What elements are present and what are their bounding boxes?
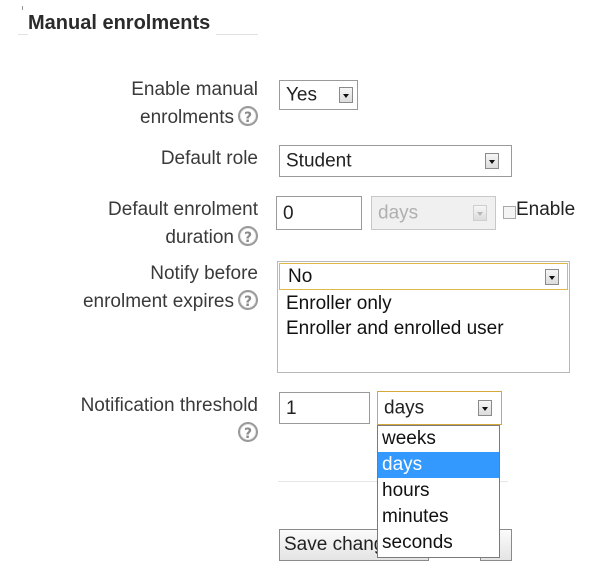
default-duration-unit-value: days	[378, 202, 419, 224]
help-icon[interactable]: ?	[238, 289, 258, 310]
dropdown-option-weeks[interactable]: weeks	[378, 426, 499, 452]
enable-manual-label: Enable manual enrolments?	[40, 76, 258, 132]
chevron-down-icon	[473, 205, 487, 221]
notify-before-label-line2: enrolment expires	[82, 291, 234, 312]
dropdown-option-days[interactable]: days	[378, 452, 499, 478]
dropdown-option-minutes[interactable]: minutes	[378, 504, 499, 530]
dropdown-option-seconds[interactable]: seconds	[378, 530, 499, 556]
dropdown-option-hours[interactable]: hours	[378, 478, 499, 504]
chevron-down-icon	[478, 400, 492, 416]
enable-manual-value: Yes	[286, 84, 317, 106]
notification-threshold-unit-value: days	[384, 397, 425, 419]
default-duration-label: Default enrolment duration?	[40, 196, 258, 252]
notification-threshold-unit-select[interactable]: days	[377, 391, 502, 425]
notification-threshold-number-input[interactable]: 1	[279, 392, 370, 424]
section-title: Manual enrolments	[28, 12, 217, 35]
notify-before-option-both[interactable]: Enroller and enrolled user	[278, 316, 569, 341]
default-duration-enable-label: Enable	[516, 199, 576, 220]
default-duration-label-line2: duration	[165, 227, 234, 248]
notification-threshold-label: Notification threshold ?	[20, 392, 258, 448]
help-icon[interactable]: ?	[238, 225, 258, 246]
default-role-select[interactable]: Student	[279, 145, 512, 177]
notify-before-label: Notify before enrolment expires?	[20, 260, 258, 316]
default-duration-number-input[interactable]: 0	[276, 196, 362, 230]
notify-before-option-enroller[interactable]: Enroller only	[278, 291, 569, 316]
default-duration-enable-checkbox[interactable]	[503, 206, 516, 219]
notification-threshold-dropdown[interactable]: weeks days hours minutes seconds	[377, 425, 500, 558]
default-role-label: Default role	[160, 148, 258, 169]
default-duration-unit-select[interactable]: days	[371, 196, 496, 230]
notify-before-listbox[interactable]: No Enroller only Enroller and enrolled u…	[277, 261, 570, 373]
enable-manual-label-line1: Enable manual	[131, 79, 258, 100]
enable-manual-select[interactable]: Yes	[279, 80, 358, 110]
chevron-down-icon	[485, 153, 499, 169]
chevron-down-icon	[545, 268, 559, 285]
chevron-down-icon	[339, 87, 353, 103]
notify-before-option-selected[interactable]: No	[279, 263, 568, 290]
notify-before-label-line1: Notify before	[150, 263, 258, 284]
default-role-value: Student	[286, 150, 352, 172]
legend-collapse-marker	[22, 6, 23, 10]
help-icon[interactable]: ?	[238, 105, 258, 126]
help-icon[interactable]: ?	[238, 421, 258, 442]
default-duration-label-line1: Default enrolment	[108, 199, 258, 220]
enable-manual-label-line2: enrolments	[140, 107, 234, 128]
notify-before-option-no: No	[288, 266, 313, 287]
notification-threshold-label-text: Notification threshold	[80, 395, 258, 416]
